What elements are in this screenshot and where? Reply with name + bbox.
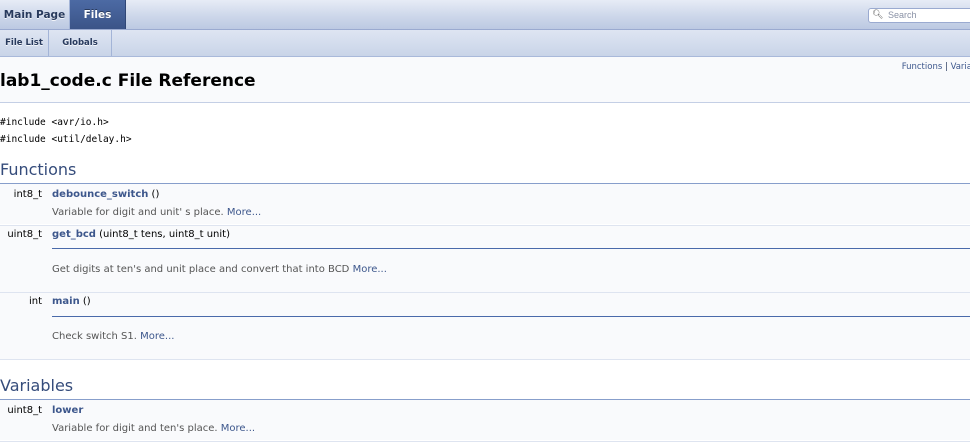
- description-text: Variable for digit and ten's place.: [52, 423, 218, 434]
- variables-heading: Variables: [0, 376, 74, 395]
- function-signature: debounce_switch (): [52, 189, 159, 200]
- detail-underline: [52, 248, 970, 249]
- more-link[interactable]: More...: [221, 423, 255, 434]
- function-link-debounce-switch[interactable]: debounce_switch: [52, 189, 148, 200]
- variable-type: uint8_t: [7, 405, 42, 416]
- return-type: int8_t: [13, 189, 42, 200]
- detail-underline: [52, 316, 970, 317]
- variable-description: Variable for digit and ten's place. More…: [52, 423, 255, 434]
- description-text: Get digits at ten's and unit place and c…: [52, 264, 350, 275]
- summary-link-variables[interactable]: Varia: [951, 62, 970, 72]
- tab-files[interactable]: Files: [70, 0, 126, 29]
- return-type: int: [28, 296, 42, 307]
- function-args: (): [148, 189, 160, 200]
- tab-globals[interactable]: Globals: [49, 30, 112, 56]
- tab-main-page[interactable]: Main Page: [0, 0, 70, 29]
- function-description: Variable for digit and unit' s place. Mo…: [52, 207, 261, 218]
- summary-links: Functions | Varia: [902, 62, 970, 72]
- search-input[interactable]: Search: [888, 9, 917, 22]
- description-text: Check switch S1.: [52, 331, 137, 342]
- summary-separator: |: [942, 62, 951, 72]
- search-box[interactable]: 🔍︎ Search: [868, 8, 970, 23]
- row-separator: [0, 441, 970, 442]
- tab-file-list[interactable]: File List: [0, 30, 49, 56]
- summary-link-functions[interactable]: Functions: [902, 62, 943, 72]
- function-signature: main (): [52, 296, 91, 307]
- more-link[interactable]: More...: [140, 331, 174, 342]
- include-line: #include <avr/io.h>: [0, 117, 109, 128]
- function-link-get-bcd[interactable]: get_bcd: [52, 229, 96, 240]
- more-link[interactable]: More...: [353, 264, 387, 275]
- more-link[interactable]: More...: [227, 207, 261, 218]
- description-text: Variable for digit and unit' s place.: [52, 207, 224, 218]
- function-signature: get_bcd (uint8_t tens, uint8_t unit): [52, 229, 230, 240]
- page-header: Functions | Varia lab1_code.c File Refer…: [0, 57, 970, 103]
- include-list: #include <avr/io.h> #include <util/delay…: [0, 114, 132, 148]
- page-title: lab1_code.c File Reference: [0, 71, 256, 91]
- main-nav: Main Page Files 🔍︎ Search: [0, 0, 970, 30]
- function-description: Get digits at ten's and unit place and c…: [52, 264, 387, 275]
- variable-signature: lower: [52, 405, 83, 416]
- row-background: [0, 400, 970, 440]
- row-background: [0, 293, 970, 359]
- function-description: Check switch S1. More...: [52, 331, 174, 342]
- function-args: (uint8_t tens, uint8_t unit): [95, 229, 230, 240]
- return-type: uint8_t: [7, 229, 42, 240]
- search-icon[interactable]: 🔍︎: [872, 9, 883, 22]
- row-separator: [0, 359, 970, 360]
- variable-link-lower[interactable]: lower: [52, 405, 83, 416]
- functions-heading: Functions: [0, 160, 77, 179]
- function-args: (): [79, 296, 91, 307]
- function-link-main[interactable]: main: [52, 296, 80, 307]
- sub-nav: File List Globals: [0, 30, 970, 57]
- include-line: #include <util/delay.h>: [0, 134, 132, 145]
